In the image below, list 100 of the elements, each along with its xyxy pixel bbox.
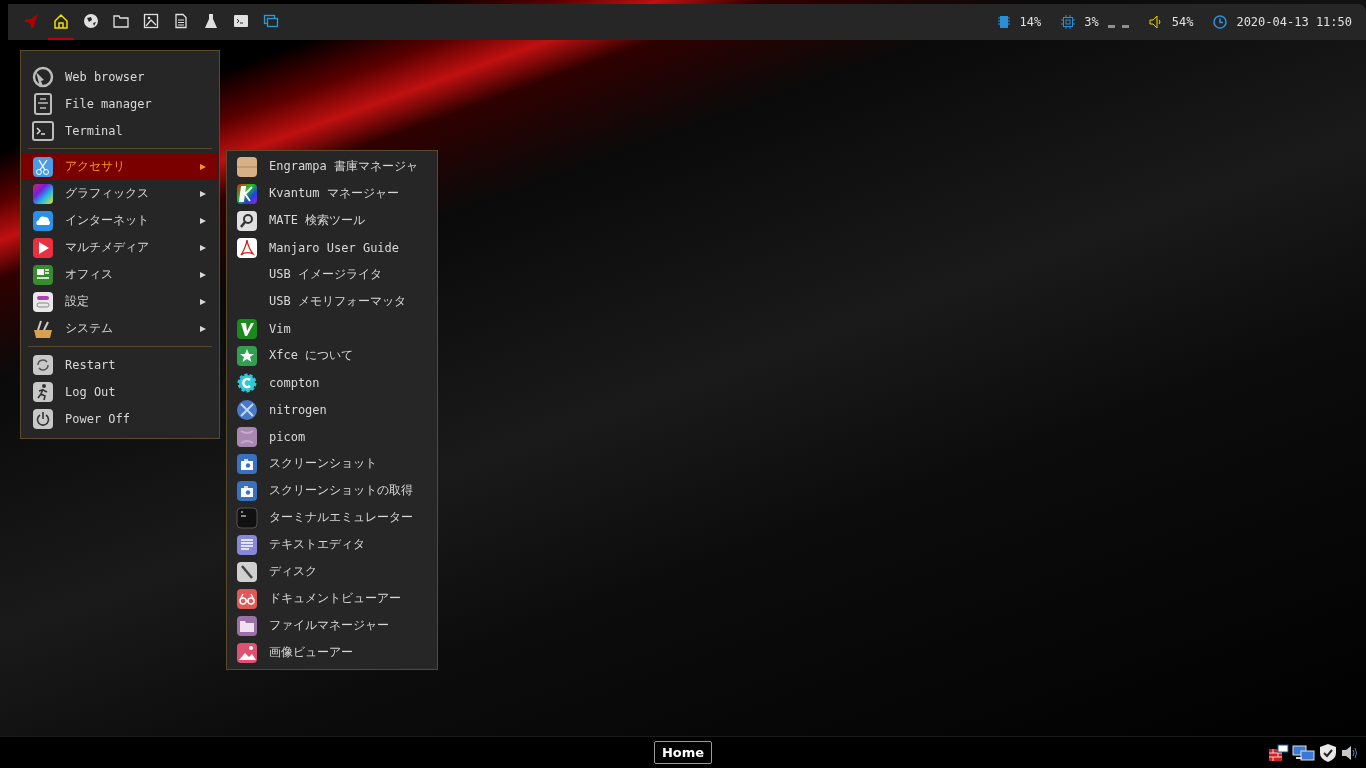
menu-item[interactable]: ドキュメントビューアー	[227, 585, 437, 612]
volume-icon	[1148, 15, 1163, 29]
menu-item[interactable]: File manager	[22, 90, 218, 117]
pdf-icon	[236, 236, 258, 259]
menu-item[interactable]: USB イメージライタ	[227, 261, 437, 288]
color-spectrum-icon	[32, 182, 54, 205]
firewall-icon[interactable]	[1268, 742, 1290, 763]
menu-item[interactable]: 設定	[22, 288, 218, 315]
gear-icon	[236, 371, 258, 394]
cpu-graph-icon	[1107, 24, 1129, 28]
terminal-icon	[32, 119, 54, 142]
menu-item[interactable]: テキストエディタ	[227, 531, 437, 558]
play-icon	[32, 236, 54, 259]
home-icon	[53, 13, 69, 29]
menu-item[interactable]: MATE 検索ツール	[227, 207, 437, 234]
menu-item-label: ファイルマネージャー	[269, 617, 390, 634]
cabinet-icon	[32, 92, 54, 115]
menu-item[interactable]: Restart	[22, 351, 218, 378]
menu-item[interactable]: インターネット	[22, 207, 218, 234]
terminal-icon	[236, 506, 258, 529]
menu-item[interactable]: Log Out	[22, 378, 218, 405]
menu-item-label: Power Off	[65, 411, 132, 426]
menu-item-label: Terminal	[65, 123, 124, 138]
menu-item[interactable]: スクリーンショットの取得	[227, 477, 437, 504]
menu-item-label: USB イメージライタ	[269, 266, 383, 283]
network-icon[interactable]	[1292, 742, 1316, 763]
running-person-icon	[32, 380, 54, 403]
folder-icon	[113, 13, 129, 29]
menu-item[interactable]: USB メモリフォーマッタ	[227, 288, 437, 315]
clock-icon	[1213, 15, 1228, 29]
menu-item[interactable]: システム	[22, 315, 218, 342]
menu-item-label: Manjaro User Guide	[269, 240, 401, 255]
memory-chip-icon	[996, 15, 1011, 29]
menu-item-label: オフィス	[65, 266, 114, 283]
vim-logo-icon	[236, 317, 258, 340]
refresh-icon	[32, 353, 54, 376]
menu-item-label: スクリーンショットの取得	[269, 482, 414, 499]
shield-check-icon[interactable]	[1318, 742, 1338, 763]
menu-item[interactable]: compton	[227, 369, 437, 396]
menu-item-label: スクリーンショット	[269, 455, 378, 472]
menu-item[interactable]: 画像ビューアー	[227, 639, 437, 666]
menu-item-label: Vim	[269, 321, 292, 336]
menu-item[interactable]: ディスク	[227, 558, 437, 585]
x-circle-icon	[236, 398, 258, 421]
menu-item-label: インターネット	[65, 212, 150, 229]
archive-icon	[236, 155, 258, 178]
memory-usage: 14%	[1019, 15, 1042, 29]
menu-item-label: ターミナルエミュレーター	[269, 509, 414, 526]
menu-item-label: 画像ビューアー	[269, 644, 354, 661]
windows-icon	[263, 13, 279, 29]
menu-item[interactable]: nitrogen	[227, 396, 437, 423]
cloud-icon	[32, 209, 54, 232]
power-icon	[32, 407, 54, 430]
menu-item-label: アクセサリ	[65, 158, 126, 175]
menu-item-label: MATE 検索ツール	[269, 212, 367, 229]
menu-item[interactable]: Terminal	[22, 117, 218, 144]
menu-item[interactable]: グラフィックス	[22, 180, 218, 207]
menu-item-label: 設定	[65, 293, 90, 310]
globe-cursor-icon	[32, 65, 54, 88]
menu-item[interactable]: Xfce について	[227, 342, 437, 369]
menu-item-label: グラフィックス	[65, 185, 150, 202]
rocket-icon	[23, 13, 39, 29]
menu-item-label: File manager	[65, 96, 153, 111]
menu-item[interactable]: オフィス	[22, 261, 218, 288]
menu-item[interactable]: Vim	[227, 315, 437, 342]
menu-item-label: USB メモリフォーマッタ	[269, 293, 407, 310]
pattern-icon	[236, 425, 258, 448]
menu-item-label: compton	[269, 375, 321, 390]
menu-item[interactable]: スクリーンショット	[227, 450, 437, 477]
document-icon	[173, 13, 189, 29]
menu-item-label: マルチメディア	[65, 239, 150, 256]
camera-icon	[236, 479, 258, 502]
menu-item[interactable]: Web browser	[22, 63, 218, 90]
clock: 2020-04-13 11:50	[1236, 15, 1352, 29]
globe-icon	[83, 13, 99, 29]
menu-item-label: テキストエディタ	[269, 536, 366, 553]
document-icon	[32, 263, 54, 286]
menu-item[interactable]: Power Off	[22, 405, 218, 432]
menu-item-label: システム	[65, 320, 114, 337]
menu-item[interactable]: ターミナルエミュレーター	[227, 504, 437, 531]
image-icon	[143, 13, 159, 29]
menu-item[interactable]: Manjaro User Guide	[227, 234, 437, 261]
menu-item-label: Engrampa 書庫マネージャ	[269, 158, 420, 175]
volume-level: 54%	[1171, 15, 1194, 29]
search-icon	[236, 209, 258, 232]
menu-item[interactable]: アクセサリ	[22, 153, 218, 180]
workspace-button[interactable]: Home	[653, 741, 713, 764]
cpu-usage: 3%	[1084, 15, 1099, 29]
scissors-icon	[32, 155, 54, 178]
menu-item[interactable]: picom	[227, 423, 437, 450]
menu-item[interactable]: ファイルマネージャー	[227, 612, 437, 639]
menu-item-label: Log Out	[65, 384, 117, 399]
menu-item-label: Xfce について	[269, 347, 355, 364]
menu-item-label: Restart	[65, 357, 117, 372]
menu-item[interactable]: Kvantum マネージャー	[227, 180, 437, 207]
camera-icon	[236, 452, 258, 475]
menu-item-label: ドキュメントビューアー	[269, 590, 402, 607]
rainbow-logo-icon	[236, 182, 258, 205]
menu-item[interactable]: マルチメディア	[22, 234, 218, 261]
menu-item[interactable]: Engrampa 書庫マネージャ	[227, 153, 437, 180]
